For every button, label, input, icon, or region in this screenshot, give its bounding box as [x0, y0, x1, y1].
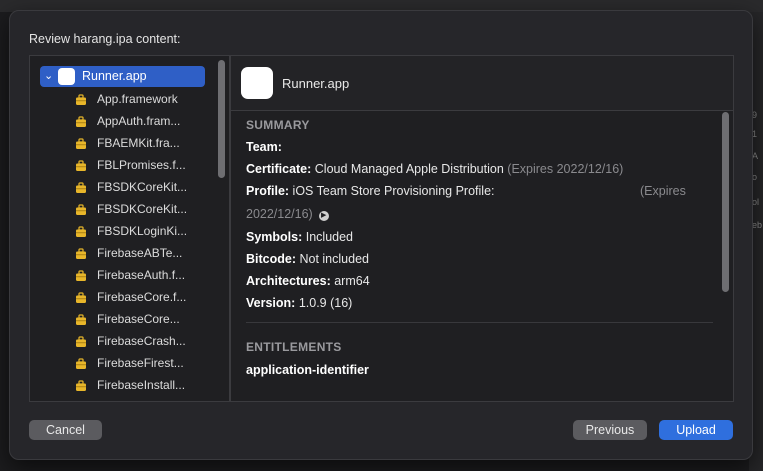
tree-item-label: AppAuth.fram...: [97, 114, 181, 128]
certificate-value: Cloud Managed Apple Distribution: [314, 162, 504, 176]
tree-item[interactable]: App.framework: [75, 89, 225, 109]
architectures-value: arm64: [334, 274, 370, 288]
tree-item-label: FBSDKLoginKi...: [97, 224, 188, 238]
tree-item-label: FirebaseCore...: [97, 312, 180, 326]
background-text: eb: [752, 220, 763, 230]
tree-item[interactable]: FirebaseAuth.f...: [75, 265, 225, 285]
tree-scrollbar[interactable]: [218, 60, 225, 178]
review-content-sheet: Review harang.ipa content: ⌄ Runner.app …: [9, 10, 753, 460]
tree-item-label: FirebaseABTe...: [97, 246, 183, 260]
app-name: Runner.app: [282, 76, 350, 91]
symbols-row: Symbols: Included: [246, 230, 353, 244]
app-icon: [58, 68, 75, 85]
profile-value: iOS Team Store Provisioning Profile:: [292, 184, 495, 198]
briefcase-icon: [75, 379, 87, 391]
profile-label: Profile:: [246, 184, 290, 198]
profile-expires: (Expires: [640, 184, 686, 198]
profile-date: 2022/12/16): [246, 207, 313, 221]
content-tree[interactable]: ⌄ Runner.app App.framework AppAuth.fram..…: [29, 55, 238, 402]
briefcase-icon: [75, 247, 87, 259]
detail-header: Runner.app: [231, 56, 733, 111]
summary-heading: SUMMARY: [246, 118, 310, 132]
briefcase-icon: [75, 181, 87, 193]
tree-item[interactable]: FirebaseInstall...: [75, 375, 225, 395]
briefcase-icon: [75, 357, 87, 369]
previous-button[interactable]: Previous: [573, 420, 647, 440]
briefcase-icon: [75, 137, 87, 149]
tree-item-label: FirebaseCore.f...: [97, 290, 187, 304]
briefcase-icon: [75, 291, 87, 303]
tree-item[interactable]: FBSDKCoreKit...: [75, 177, 225, 197]
tree-item[interactable]: FirebaseFirest...: [75, 353, 225, 373]
tree-item[interactable]: FirebaseABTe...: [75, 243, 225, 263]
tree-item-label: FirebaseAuth.f...: [97, 268, 186, 282]
version-row: Version: 1.0.9 (16): [246, 296, 352, 310]
architectures-label: Architectures:: [246, 274, 331, 288]
briefcase-icon: [75, 269, 87, 281]
tree-item-label: Runner.app: [82, 69, 147, 83]
tree-item-label: FirebaseInstall...: [97, 378, 186, 392]
tree-item[interactable]: FirebaseCore.f...: [75, 287, 225, 307]
certificate-row: Certificate: Cloud Managed Apple Distrib…: [246, 162, 623, 176]
briefcase-icon: [75, 203, 87, 215]
briefcase-icon: [75, 225, 87, 237]
certificate-expiry: (Expires 2022/12/16): [507, 162, 624, 176]
tree-item-label: FirebaseFirest...: [97, 356, 184, 370]
tree-item[interactable]: FirebaseCrash...: [75, 331, 225, 351]
tree-item-label: FBSDKCoreKit...: [97, 180, 188, 194]
sheet-title: Review harang.ipa content:: [29, 32, 181, 46]
entitlement-row: application-identifier: [246, 363, 369, 377]
tree-item[interactable]: AppAuth.fram...: [75, 111, 225, 131]
background-text: ol: [752, 197, 760, 207]
tree-item[interactable]: FirebaseCore...: [75, 309, 225, 329]
detail-panel: Runner.app SUMMARY Team: Certificate: Cl…: [230, 55, 734, 402]
profile-date-row: 2022/12/16) ▶: [246, 207, 329, 221]
entitlements-heading: ENTITLEMENTS: [246, 340, 342, 354]
version-label: Version:: [246, 296, 296, 310]
briefcase-icon: [75, 313, 87, 325]
symbols-value: Included: [305, 230, 354, 244]
tree-item-label: FBLPromises.f...: [97, 158, 186, 172]
tree-item[interactable]: FBAEMKit.fra...: [75, 133, 225, 153]
section-divider: [246, 322, 713, 323]
briefcase-icon: [75, 335, 87, 347]
tree-item-label: App.framework: [97, 92, 178, 106]
tree-item-label: FirebaseCrash...: [97, 334, 186, 348]
cancel-button[interactable]: Cancel: [29, 420, 102, 440]
tree-item[interactable]: FBSDKCoreKit...: [75, 199, 225, 219]
bitcode-value: Not included: [299, 252, 369, 266]
tree-item-runner-app[interactable]: ⌄ Runner.app: [40, 66, 205, 87]
detail-scrollbar[interactable]: [722, 112, 729, 292]
certificate-label: Certificate:: [246, 162, 312, 176]
chevron-down-icon[interactable]: ⌄: [44, 69, 53, 82]
briefcase-icon: [75, 93, 87, 105]
architectures-row: Architectures: arm64: [246, 274, 370, 288]
tree-item[interactable]: FBSDKLoginKi...: [75, 221, 225, 241]
tree-item-label: FBAEMKit.fra...: [97, 136, 180, 150]
arrow-circle-right-icon[interactable]: ▶: [318, 211, 329, 221]
entitlement-key: application-identifier: [246, 363, 369, 377]
briefcase-icon: [75, 115, 87, 127]
upload-button[interactable]: Upload: [659, 420, 733, 440]
version-value: 1.0.9 (16): [298, 296, 353, 310]
bitcode-row: Bitcode: Not included: [246, 252, 369, 266]
tree-item-label: FBSDKCoreKit...: [97, 202, 188, 216]
app-icon: [241, 67, 273, 99]
briefcase-icon: [75, 159, 87, 171]
tree-item[interactable]: FBLPromises.f...: [75, 155, 225, 175]
team-label: Team:: [246, 140, 282, 154]
team-row: Team:: [246, 140, 282, 154]
profile-row: Profile: iOS Team Store Provisioning Pro…: [246, 184, 495, 198]
symbols-label: Symbols:: [246, 230, 303, 244]
bitcode-label: Bitcode:: [246, 252, 296, 266]
